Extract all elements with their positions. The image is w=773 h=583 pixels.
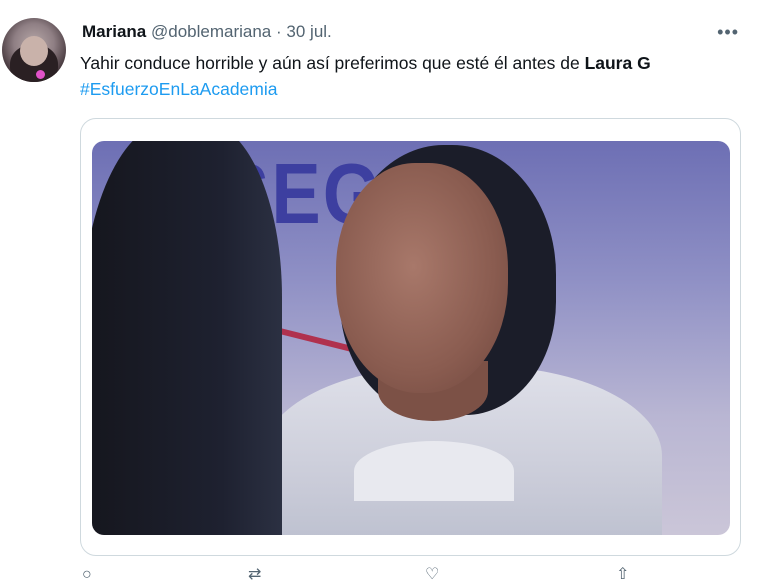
photo-face: [336, 163, 508, 393]
avatar-face: [20, 36, 48, 66]
photo-foreground-figure: [92, 141, 282, 535]
hashtag-link[interactable]: #EsfuerzoEnLaAcademia: [80, 76, 277, 102]
avatar[interactable]: [2, 18, 66, 82]
author-name[interactable]: Mariana: [82, 22, 146, 41]
tweet-text-bold: Laura G: [584, 53, 651, 73]
author-handle[interactable]: @doblemariana: [151, 22, 271, 41]
tweet: Mariana @doblemariana · 30 jul. ••• Yahi…: [0, 0, 773, 583]
tweet-text: Yahir conduce horrible y aún así preferi…: [80, 50, 651, 76]
tweet-header: Mariana @doblemariana · 30 jul.: [82, 21, 332, 43]
header-separator: ·: [276, 22, 282, 41]
photo-collar: [354, 441, 514, 501]
tweet-date[interactable]: 30 jul.: [286, 22, 331, 41]
tweet-text-main: Yahir conduce horrible y aún así preferi…: [80, 53, 585, 73]
more-options-icon[interactable]: •••: [717, 22, 739, 43]
avatar-accent: [36, 70, 45, 79]
tweet-photo[interactable]: SEG: [92, 141, 730, 535]
